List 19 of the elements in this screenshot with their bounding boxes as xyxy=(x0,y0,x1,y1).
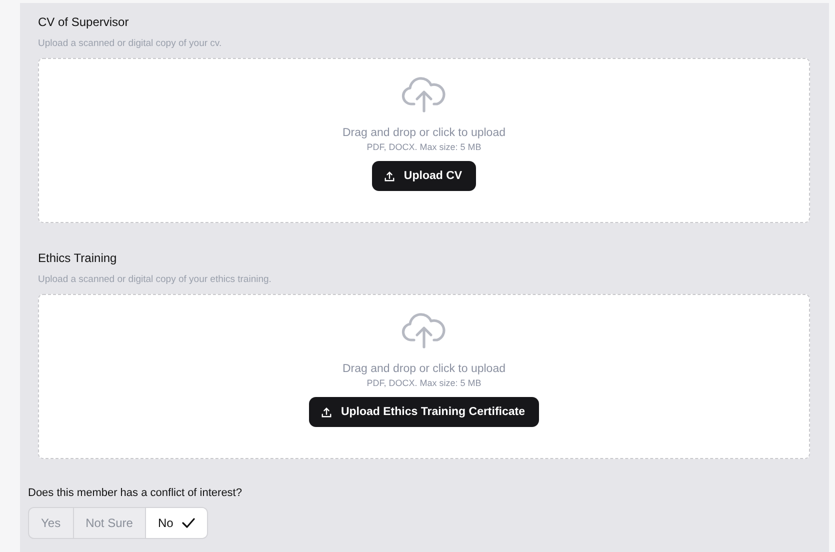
dropzone-prompt: Drag and drop or click to upload xyxy=(342,363,506,375)
cloud-upload-icon xyxy=(400,77,448,113)
section-description: Upload a scanned or digital copy of your cv. xyxy=(38,38,223,49)
file-hint: PDF, DOCX. Max size: 5 MB xyxy=(366,378,482,388)
upload-dropzone[interactable]: Drag and drop or click to upload PDF, DOCX. Max size: 5 MB Upload Ethics Training Certificate xyxy=(38,294,810,459)
section-title: Ethics Training xyxy=(38,251,118,265)
question-label: Does this member has a conflict of interest? xyxy=(28,487,243,499)
upload-icon xyxy=(384,170,395,182)
upload-icon xyxy=(320,406,332,418)
segment-option[interactable]: No xyxy=(146,508,208,538)
dropzone-prompt: Drag and drop or click to upload xyxy=(342,127,506,139)
upload-button[interactable]: Upload CV xyxy=(372,161,476,191)
cloud-upload-icon xyxy=(400,313,448,349)
section-description: Upload a scanned or digital copy of your ethics training. xyxy=(38,274,272,285)
check-icon xyxy=(182,518,196,528)
upload-dropzone[interactable]: Drag and drop or click to upload PDF, DOCX. Max size: 5 MB Upload CV xyxy=(38,58,810,223)
upload-button[interactable]: Upload Ethics Training Certificate xyxy=(308,397,540,427)
file-hint: PDF, DOCX. Max size: 5 MB xyxy=(366,142,482,152)
section-title: CV of Supervisor xyxy=(38,15,130,29)
